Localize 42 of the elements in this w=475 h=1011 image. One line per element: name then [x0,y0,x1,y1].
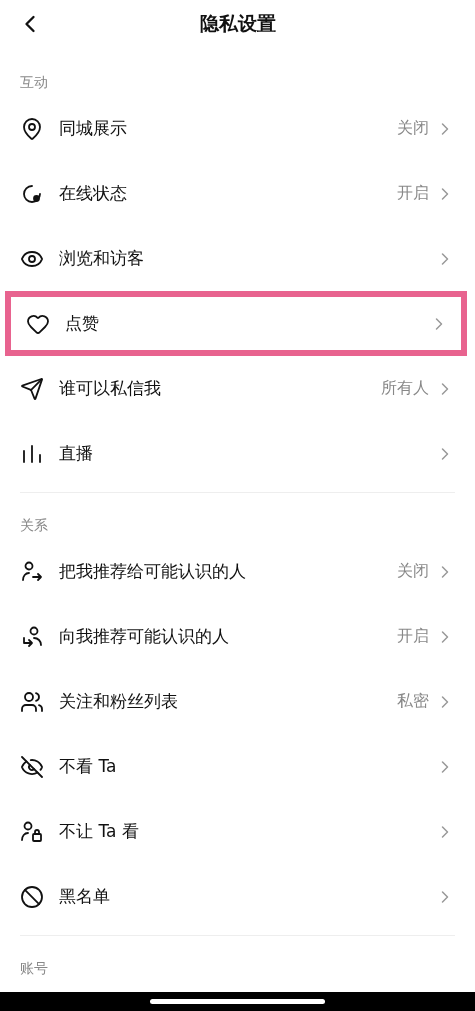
setting-value: 开启 [397,626,429,647]
setting-value: 关闭 [397,561,429,582]
person-arrow-icon [20,559,44,584]
settings-row[interactable]: 在线状态 开启 [0,161,475,226]
setting-label: 点赞 [65,312,100,335]
setting-label: 不让 Ta 看 [59,820,140,843]
setting-label: 谁可以私信我 [59,377,162,400]
setting-value: 所有人 [381,378,429,399]
settings-row[interactable]: 关注和粉丝列表 私密 [0,669,475,734]
section-label: 关系 [20,517,48,533]
highlighted-settings-row[interactable]: 点赞 [5,291,467,356]
block-icon [20,884,44,909]
settings-row[interactable]: 不让 Ta 看 [0,799,475,864]
page-title: 隐私设置 [199,11,276,36]
setting-label: 关注和粉丝列表 [59,690,179,713]
setting-label: 不看 Ta [59,755,118,778]
person-lock-icon [20,819,44,844]
setting-value: 开启 [397,183,429,204]
settings-row[interactable]: 向我推荐可能认识的人 开启 [0,604,475,669]
section-label: 账号 [20,960,48,976]
settings-row[interactable]: 把我推荐给可能认识的人 关闭 [0,539,475,604]
setting-value: 私密 [397,691,429,712]
settings-row[interactable]: 直播 [0,421,475,486]
users-icon [20,689,44,714]
setting-label: 在线状态 [59,182,128,205]
section-label: 互动 [20,74,48,90]
settings-row[interactable]: 黑名单 [0,864,475,929]
settings-row[interactable]: 不看 Ta [0,734,475,799]
setting-label: 黑名单 [59,885,111,908]
setting-label: 把我推荐给可能认识的人 [59,560,247,583]
setting-value: 关闭 [397,118,429,139]
setting-label: 浏览和访客 [59,247,145,270]
setting-label: 同城展示 [59,117,128,140]
person-arrow-icon [20,624,44,649]
setting-label: 直播 [59,442,94,465]
settings-row[interactable]: 谁可以私信我 所有人 [0,356,475,421]
settings-row[interactable]: 同城展示 关闭 [0,96,475,161]
location-pin-icon [20,116,44,141]
settings-row[interactable]: 浏览和访客 [0,226,475,291]
eye-off-icon [20,754,44,779]
paper-plane-icon [20,376,44,401]
setting-label: 向我推荐可能认识的人 [59,625,230,648]
